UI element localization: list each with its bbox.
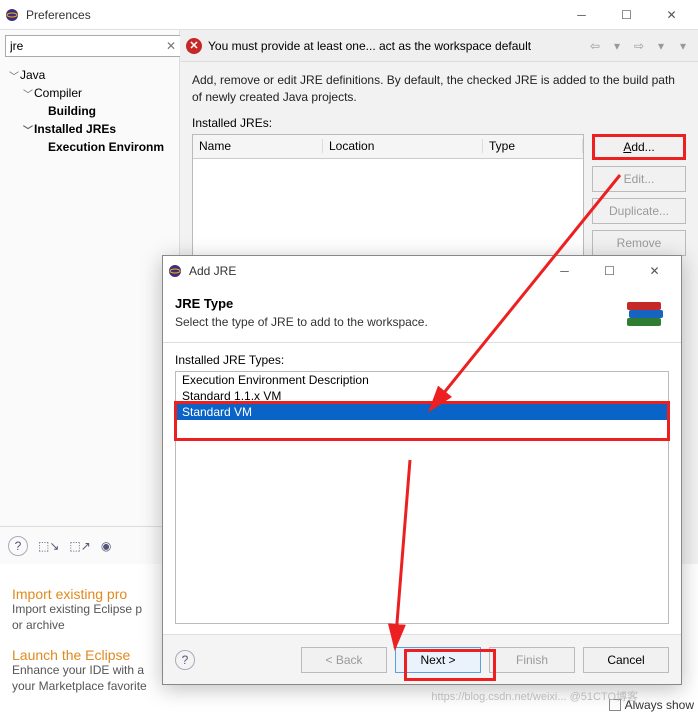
dlg-maximize-button[interactable]: ☐ [587,257,632,285]
col-name[interactable]: Name [193,139,323,153]
installed-jres-label: Installed JREs: [192,116,686,130]
type-standard-vm[interactable]: Standard VM [176,404,668,420]
preferences-tree[interactable]: ﹀Java ﹀Compiler Building ﹀Installed JREs… [0,62,179,526]
dialog-subtitle: Select the type of JRE to add to the wor… [175,315,621,329]
next-button[interactable]: Next > [395,647,481,673]
types-label: Installed JRE Types: [175,353,669,367]
tree-building[interactable]: Building [48,104,96,118]
cancel-button[interactable]: Cancel [583,647,669,673]
type-standard-11x[interactable]: Standard 1.1.x VM [176,388,668,404]
dlg-help-icon[interactable]: ? [175,650,195,670]
tree-compiler[interactable]: Compiler [34,86,82,100]
close-button[interactable]: ✕ [649,1,694,29]
jre-types-list[interactable]: Execution Environment Description Standa… [175,371,669,624]
back-button: < Back [301,647,387,673]
window-title: Preferences [26,8,559,22]
clear-filter-icon[interactable]: ✕ [166,35,176,57]
edit-button: Edit... [592,166,686,192]
error-message: You must provide at least one... act as … [208,39,531,53]
nav-menu-icon[interactable]: ▾ [674,39,692,53]
tree-exec-env[interactable]: Execution Environm [48,140,164,154]
dialog-heading: JRE Type [175,296,621,311]
col-type[interactable]: Type [483,139,583,153]
type-exec-env[interactable]: Execution Environment Description [176,372,668,388]
library-icon [621,296,669,336]
dlg-minimize-button[interactable]: ─ [542,257,587,285]
import-prefs-icon[interactable]: ⬚↘ [38,539,59,553]
tree-java[interactable]: Java [20,68,45,82]
dlg-close-button[interactable]: ✕ [632,257,677,285]
remove-button: Remove [592,230,686,256]
tree-installed-jres[interactable]: Installed JREs [34,122,116,136]
maximize-button[interactable]: ☐ [604,1,649,29]
page-description: Add, remove or edit JRE definitions. By … [180,62,698,112]
col-location[interactable]: Location [323,139,483,153]
duplicate-button: Duplicate... [592,198,686,224]
eclipse-icon [167,263,183,279]
add-button[interactable]: AAdd...dd... [592,134,686,160]
error-icon: ✕ [186,38,202,54]
nav-forward-icon[interactable]: ⇨ [630,39,648,53]
oomph-icon[interactable]: ◉ [101,539,111,553]
export-prefs-icon[interactable]: ⬚↗ [69,539,90,553]
filter-input[interactable] [5,35,184,57]
dialog-title: Add JRE [189,264,542,278]
finish-button: Finish [489,647,575,673]
minimize-button[interactable]: ─ [559,1,604,29]
help-icon[interactable]: ? [8,536,28,556]
eclipse-icon [4,7,20,23]
watermark: https://blog.csdn.net/weixi... @51CTO博客 [431,688,638,704]
nav-back-icon[interactable]: ⇦ [586,39,604,53]
